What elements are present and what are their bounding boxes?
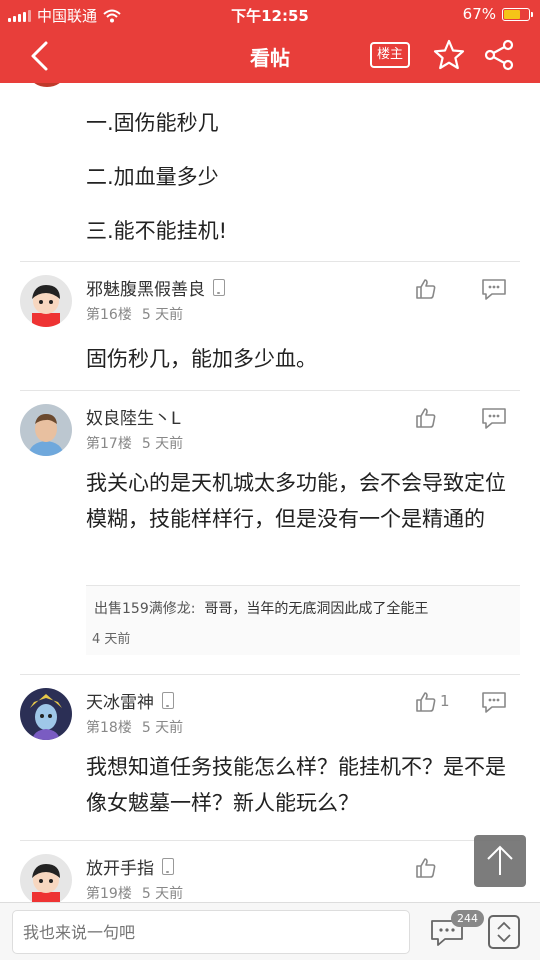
host-only-button[interactable]: 楼主 [370,42,410,68]
post-item: 奴良陸生丶L 第17楼 5 天前 我关心的是天机城太多功能，会不会导致定位模糊，技… [0,390,540,674]
floor-jump-button[interactable] [488,915,520,949]
floor-number: 第17楼 [86,436,132,452]
post-time: 5 天前 [141,720,184,736]
avatar[interactable] [20,688,72,740]
username-text[interactable]: 放开手指 [86,854,154,879]
sub-reply[interactable]: 出售159满修龙: 哥哥，当年的无底洞因此成了全能王 4 天前 [86,585,520,655]
username[interactable]: 天冰雷神 [86,688,174,713]
share-icon[interactable] [482,38,516,72]
back-to-top-button[interactable] [474,835,526,887]
sub-reply-author[interactable]: 出售159满修龙: [94,601,195,617]
battery-percent: 67% [462,5,496,23]
divider [20,674,520,675]
username-text[interactable]: 奴良陸生丶L [86,404,180,429]
status-time: 下午12:55 [231,7,309,25]
reply-icon[interactable] [480,690,508,714]
op-line: 一.固伤能秒几 [86,111,219,135]
divider [20,261,520,262]
post-text: 我想知道任务技能怎么样？能挂机不？是不是像女魃墓一样？新人能玩么？ [86,755,506,815]
phone-icon [213,279,225,296]
avatar[interactable] [20,275,72,327]
thumbs-up-icon[interactable] [414,856,438,880]
phone-icon [162,858,174,875]
post-item: 邪魅腹黑假善良 第16楼 5 天前 固伤秒几，能加多少血。 [0,261,540,390]
post-text: 我关心的是天机城太多功能，会不会导致定位模糊，技能样样行，但是没有一个是精通的 [86,471,506,531]
status-bar: 中国联通 下午12:55 67% [0,0,540,28]
like-count: 1 [440,692,450,710]
chevron-up-down-icon [497,921,511,943]
avatar[interactable] [20,854,72,902]
username[interactable]: 邪魅腹黑假善良 [86,275,225,300]
thumbs-up-icon[interactable] [414,277,438,301]
battery-icon [502,7,533,21]
post-meta: 第18楼 5 天前 [86,717,183,737]
bottom-bar: 244 [0,902,540,960]
avatar[interactable] [20,404,72,456]
post-meta: 第17楼 5 天前 [86,433,183,453]
username-text[interactable]: 邪魅腹黑假善良 [86,275,205,300]
star-icon[interactable] [432,38,466,72]
phone-icon [162,692,174,709]
top-bar: 中国联通 下午12:55 67% 看帖 楼主 [0,0,540,83]
thumbs-up-icon[interactable] [414,406,438,430]
post-item: 天冰雷神 第18楼 5 天前 1 我想知道任务技能怎么样？能挂机不？是不是像女魃墓… [0,674,540,840]
post-time: 5 天前 [141,307,184,323]
arrow-up-icon [487,845,513,875]
comment-input[interactable] [12,910,410,954]
divider [20,840,520,841]
floor-number: 第16楼 [86,307,132,323]
sub-reply-time: 4 天前 [92,632,131,647]
post-time: 5 天前 [141,886,184,902]
divider [20,390,520,391]
post-item: 放开手指 第19楼 5 天前 [0,840,540,902]
sub-reply-line: 出售159满修龙: 哥哥，当年的无底洞因此成了全能王 [94,598,428,618]
reply-icon[interactable] [480,406,508,430]
comment-count-badge: 244 [451,910,484,927]
floor-number: 第19楼 [86,886,132,902]
post-meta: 第16楼 5 天前 [86,304,183,324]
post-time: 5 天前 [141,436,184,452]
username[interactable]: 放开手指 [86,854,174,879]
thumbs-up-icon[interactable] [414,690,438,714]
floor-number: 第18楼 [86,720,132,736]
post-meta: 第19楼 5 天前 [86,883,183,902]
avatar[interactable] [30,83,64,87]
sub-reply-text: 哥哥，当年的无底洞因此成了全能王 [204,601,429,617]
thread-content[interactable]: 一.固伤能秒几 二.加血量多少 三.能不能挂机! 邪魅腹黑假善良 第16楼 5 天… [0,83,540,902]
username[interactable]: 奴良陸生丶L [86,404,180,429]
username-text[interactable]: 天冰雷神 [86,688,154,713]
reply-icon[interactable] [480,277,508,301]
post-text: 固伤秒几，能加多少血。 [86,347,317,371]
nav-bar: 看帖 楼主 [0,28,540,83]
op-line: 三.能不能挂机! [86,219,228,243]
op-line: 二.加血量多少 [86,165,219,189]
